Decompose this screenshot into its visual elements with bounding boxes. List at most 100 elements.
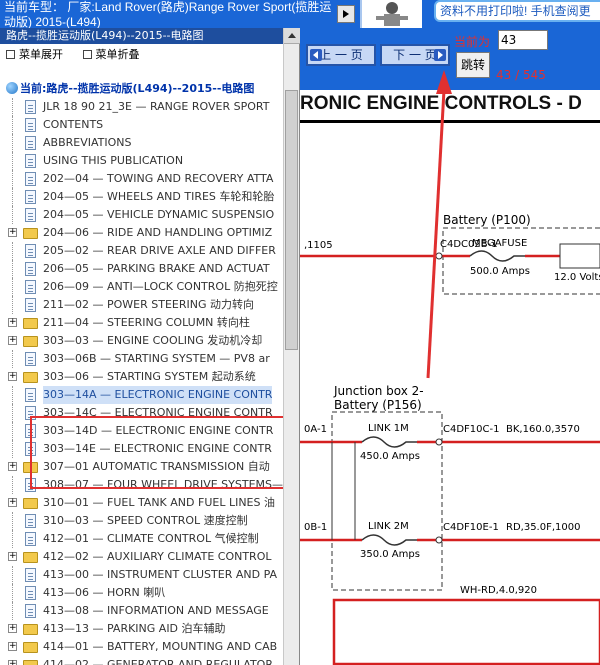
link-2m-rating: 350.0 Amps (360, 549, 420, 560)
document-icon (25, 136, 36, 150)
tree-item[interactable]: 202—04 — TOWING AND RECOVERY ATTA (0, 170, 283, 188)
folder-icon (23, 624, 38, 635)
tree-item[interactable]: 303—14A — ELECTRONIC ENGINE CONTR (0, 386, 283, 404)
wire-label-1105: ,1105 (304, 240, 333, 251)
tree-item-label: 206—05 — PARKING BRAKE AND ACTUAT (43, 262, 270, 275)
tree-item-label: 211—04 — STEERING COLUMN 转向柱 (43, 316, 250, 329)
expand-toggle-icon[interactable]: + (8, 336, 17, 345)
tree-item[interactable]: 412—01 — CLIMATE CONTROL 气候控制 (0, 530, 283, 548)
tree-root-node[interactable]: 当前:路虎--揽胜运动版(L494)--2015--电路图 (6, 80, 283, 98)
globe-icon (6, 82, 18, 94)
expand-toggle-icon[interactable]: + (8, 642, 17, 651)
tree-item[interactable]: +413—13 — PARKING AID 泊车辅助 (0, 620, 283, 638)
app-header: 当前车型： 厂家:Land Rover(路虎)Range Rover Sport… (0, 0, 600, 28)
tree-item[interactable]: 206—09 — ANTI—LOCK CONTROL 防抱死控 (0, 278, 283, 296)
tree-item[interactable]: 204—05 — WHEELS AND TIRES 车轮和轮胎 (0, 188, 283, 206)
tree-item[interactable]: 310—03 — SPEED CONTROL 速度控制 (0, 512, 283, 530)
folder-icon (23, 318, 38, 329)
tree-item[interactable]: 205—02 — REAR DRIVE AXLE AND DIFFER (0, 242, 283, 260)
tree-guide-line (12, 350, 13, 368)
tree-item-label: 303—14A — ELECTRONIC ENGINE CONTR (43, 386, 273, 404)
promo-banner[interactable]: 资料不用打印啦! 手机查阅更 (434, 0, 600, 22)
document-icon (25, 154, 36, 168)
megafuse-label: MEGAFUSE (472, 238, 527, 249)
expand-toggle-icon[interactable]: + (8, 228, 17, 237)
document-icon (25, 244, 36, 258)
tree-item[interactable]: +303—06 — STARTING SYSTEM 起动系统 (0, 368, 283, 386)
wire-label-b1: 0B-1 (304, 522, 327, 533)
folder-icon (23, 642, 38, 653)
tree-item[interactable]: +414—01 — BATTERY, MOUNTING AND CAB (0, 638, 283, 656)
tree-panel-title: 路虎--揽胜运动版(L494)--2015--电路图 (0, 28, 283, 44)
expand-toggle-icon[interactable]: + (8, 318, 17, 327)
expand-toggle-icon[interactable]: + (8, 462, 17, 471)
scroll-up-button[interactable] (284, 28, 300, 44)
tree-item-label: 303—03 — ENGINE COOLING 发动机冷却 (43, 334, 263, 347)
tree-toolbar: 菜单展开 菜单折叠 (0, 46, 283, 64)
tree-guide-line (12, 566, 13, 584)
document-icon (25, 262, 36, 276)
expand-toggle-icon[interactable]: + (8, 552, 17, 561)
tree-item-label: 412—01 — CLIMATE CONTROL 气候控制 (43, 532, 259, 545)
tree-item[interactable]: +412—02 — AUXILIARY CLIMATE CONTROL (0, 548, 283, 566)
document-icon (25, 118, 36, 132)
tree-item[interactable]: USING THIS PUBLICATION (0, 152, 283, 170)
collapse-menu-button[interactable]: 菜单折叠 (82, 46, 140, 64)
tree-item-label: 310—01 — FUEL TANK AND FUEL LINES 油 (43, 496, 275, 509)
tree-item-label: 206—09 — ANTI—LOCK CONTROL 防抱死控 (43, 280, 278, 293)
tree-item-label: 204—05 — WHEELS AND TIRES 车轮和轮胎 (43, 190, 275, 203)
expand-toggle-icon[interactable]: + (8, 372, 17, 381)
tree-item[interactable]: +414—02 — GENERATOR AND REGULATOR (0, 656, 283, 665)
tree-item-label: CONTENTS (43, 118, 104, 131)
tree-item-label: 412—02 — AUXILIARY CLIMATE CONTROL (43, 550, 272, 563)
tree-item-label: 413—13 — PARKING AID 泊车辅助 (43, 622, 226, 635)
tree-item[interactable]: 204—05 — VEHICLE DYNAMIC SUSPENSIO (0, 206, 283, 224)
tree-item[interactable]: +310—01 — FUEL TANK AND FUEL LINES 油 (0, 494, 283, 512)
document-icon (25, 388, 36, 402)
tree-item[interactable]: 413—06 — HORN 喇叭 (0, 584, 283, 602)
expand-toggle-icon[interactable]: + (8, 624, 17, 633)
tree-item-label: 211—02 — POWER STEERING 动力转向 (43, 298, 254, 311)
folder-icon (23, 498, 38, 509)
tree-item-label: 303—06 — STARTING SYSTEM 起动系统 (43, 370, 256, 383)
battery-cell-symbol (559, 243, 600, 269)
tree-scrollbar[interactable] (283, 28, 300, 665)
megafuse-rating: 500.0 Amps (470, 266, 530, 277)
header-toggle-button[interactable] (337, 5, 355, 23)
tree-item[interactable]: JLR 18 90 21_3E — RANGE ROVER SPORT (0, 98, 283, 116)
tree-list: JLR 18 90 21_3E — RANGE ROVER SPORT CONTE… (0, 98, 283, 665)
expand-menu-button[interactable]: 菜单展开 (6, 46, 63, 64)
module-outline (332, 598, 600, 665)
expand-toggle-icon[interactable]: + (8, 498, 17, 507)
tree-item[interactable]: +303—03 — ENGINE COOLING 发动机冷却 (0, 332, 283, 350)
mascot-figure-icon (376, 2, 408, 26)
tree-item-label: 414—02 — GENERATOR AND REGULATOR (43, 658, 273, 665)
tree-guide-line (12, 476, 13, 494)
tree-item[interactable]: 206—05 — PARKING BRAKE AND ACTUAT (0, 260, 283, 278)
tree-item[interactable]: +204—06 — RIDE AND HANDLING OPTIMIZ (0, 224, 283, 242)
tree-item-label: JLR 18 90 21_3E — RANGE ROVER SPORT (43, 100, 270, 113)
tree-item-label: 413—00 — INSTRUMENT CLUSTER AND PA (43, 568, 278, 581)
tree-item-label: 202—04 — TOWING AND RECOVERY ATTA (43, 172, 274, 185)
tree-guide-line (12, 296, 13, 314)
tree-item[interactable]: 413—00 — INSTRUMENT CLUSTER AND PA (0, 566, 283, 584)
tree-item[interactable]: 413—08 — INFORMATION AND MESSAGE (0, 602, 283, 620)
tree-item[interactable]: +211—04 — STEERING COLUMN 转向柱 (0, 314, 283, 332)
document-icon (25, 604, 36, 618)
tree-item[interactable]: 211—02 — POWER STEERING 动力转向 (0, 296, 283, 314)
tree-item[interactable]: ABBREVIATIONS (0, 134, 283, 152)
tree-item-label: USING THIS PUBLICATION (43, 154, 184, 167)
tree-item[interactable]: 303—06B — STARTING SYSTEM — PV8 ar (0, 350, 283, 368)
link-1m-label: LINK 1M (368, 423, 409, 434)
tree-item-label: 413—06 — HORN 喇叭 (43, 586, 166, 599)
document-icon (25, 568, 36, 582)
tree-item-label: 204—05 — VEHICLE DYNAMIC SUSPENSIO (43, 208, 275, 221)
tree-guide-line (12, 116, 13, 134)
manual-tree-panel: 路虎--揽胜运动版(L494)--2015--电路图 菜单展开 菜单折叠 当前:… (0, 28, 300, 665)
tree-item[interactable]: CONTENTS (0, 116, 283, 134)
expand-toggle-icon[interactable]: + (8, 660, 17, 665)
tree-item-label: 303—06B — STARTING SYSTEM — PV8 ar (43, 352, 270, 365)
scroll-thumb[interactable] (285, 90, 298, 350)
tree-item-label: 204—06 — RIDE AND HANDLING OPTIMIZ (43, 226, 273, 239)
tree-root-label: 当前:路虎--揽胜运动版(L494)--2015--电路图 (20, 82, 255, 95)
